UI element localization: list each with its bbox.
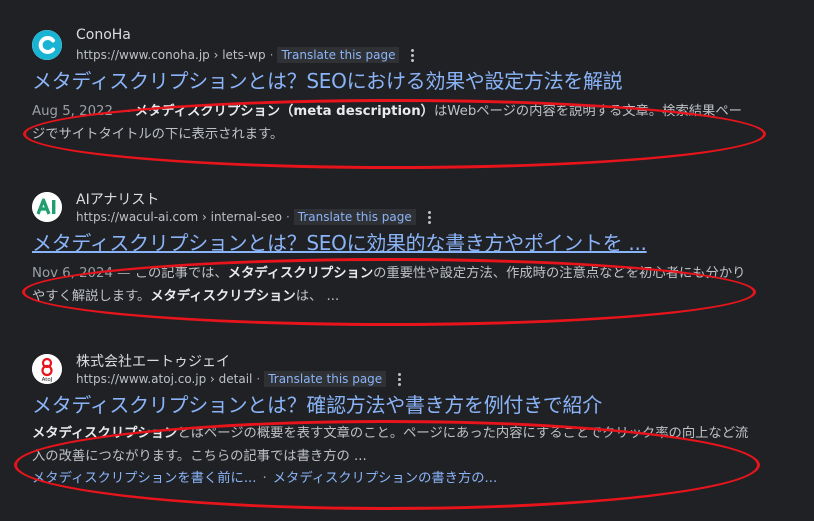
snippet-highlight: メタディスクリプション (150, 289, 296, 304)
search-results: ConoHa https://www.conoha.jp › lets-wp ·… (0, 0, 814, 521)
search-result: ConoHa https://www.conoha.jp › lets-wp ·… (32, 27, 812, 146)
sitelink[interactable]: メタディスクリプションを書く前に... (32, 471, 257, 486)
separator: · (256, 372, 261, 386)
search-result: AtoJ 株式会社エートゥジェイ https://www.atoj.co.jp … (32, 354, 812, 490)
conoha-logo-icon (32, 30, 62, 60)
more-options-icon[interactable] (411, 48, 415, 62)
site-url: https://www.conoha.jp › lets-wp (76, 48, 266, 62)
snippet-highlight: （meta description） (280, 104, 434, 119)
separator: · (262, 471, 267, 486)
separator: · (285, 210, 290, 224)
result-title-link[interactable]: メタディスクリプションとは？SEOに効果的な書き方やポイントを ... (32, 230, 752, 256)
ai-analyst-logo-icon (32, 192, 62, 222)
translate-link[interactable]: Translate this page (277, 47, 400, 63)
site-name: 株式会社エートゥジェイ (76, 354, 230, 370)
site-header[interactable]: AtoJ 株式会社エートゥジェイ https://www.atoj.co.jp … (32, 354, 812, 392)
result-title-link[interactable]: メタディスクリプションとは？SEOにおける効果や設定方法を解説 (32, 68, 752, 94)
more-options-icon[interactable] (427, 210, 432, 224)
atoj-logo-text: AtoJ (42, 377, 53, 383)
result-snippet: メタディスクリプションとはページの概要を表す文章のこと。ページにあった内容にする… (32, 422, 752, 468)
result-date: Nov 6, 2024 — (32, 266, 131, 281)
search-result: AIアナリスト https://wacul-ai.com › internal-… (32, 192, 812, 308)
snippet-highlight: メタディスクリプション (227, 266, 374, 281)
more-options-icon[interactable] (398, 372, 402, 386)
site-url: https://www.atoj.co.jp › detail (76, 372, 253, 386)
translate-link[interactable]: Translate this page (264, 371, 387, 387)
separator: · (269, 48, 274, 62)
result-date: Aug 5, 2022 — (32, 104, 131, 119)
site-name: AIアナリスト (76, 192, 160, 208)
site-url: https://wacul-ai.com › internal-seo (76, 210, 282, 224)
sitelinks: メタディスクリプションを書く前に... · メタディスクリプションの書き方の... (32, 468, 812, 490)
result-title-link[interactable]: メタディスクリプションとは？確認方法や書き方を例付きで紹介 (32, 392, 752, 418)
result-snippet: Nov 6, 2024 — この記事では、メタディスクリプションの重要性や設定方… (32, 262, 752, 308)
sitelink[interactable]: メタディスクリプションの書き方の... (273, 471, 498, 486)
site-name: ConoHa (76, 27, 131, 43)
result-snippet: Aug 5, 2022 — メタディスクリプション（meta descripti… (32, 100, 752, 146)
site-header[interactable]: ConoHa https://www.conoha.jp › lets-wp ·… (32, 27, 812, 68)
snippet-highlight: メタディスクリプション (32, 426, 178, 441)
snippet-text: は、 ... (295, 289, 340, 304)
translate-link[interactable]: Translate this page (293, 209, 416, 225)
site-header[interactable]: AIアナリスト https://wacul-ai.com › internal-… (32, 192, 812, 230)
snippet-text: この記事では、 (134, 266, 228, 281)
atoj-logo-icon: AtoJ (32, 354, 62, 384)
snippet-highlight: メタディスクリプション (134, 104, 281, 119)
